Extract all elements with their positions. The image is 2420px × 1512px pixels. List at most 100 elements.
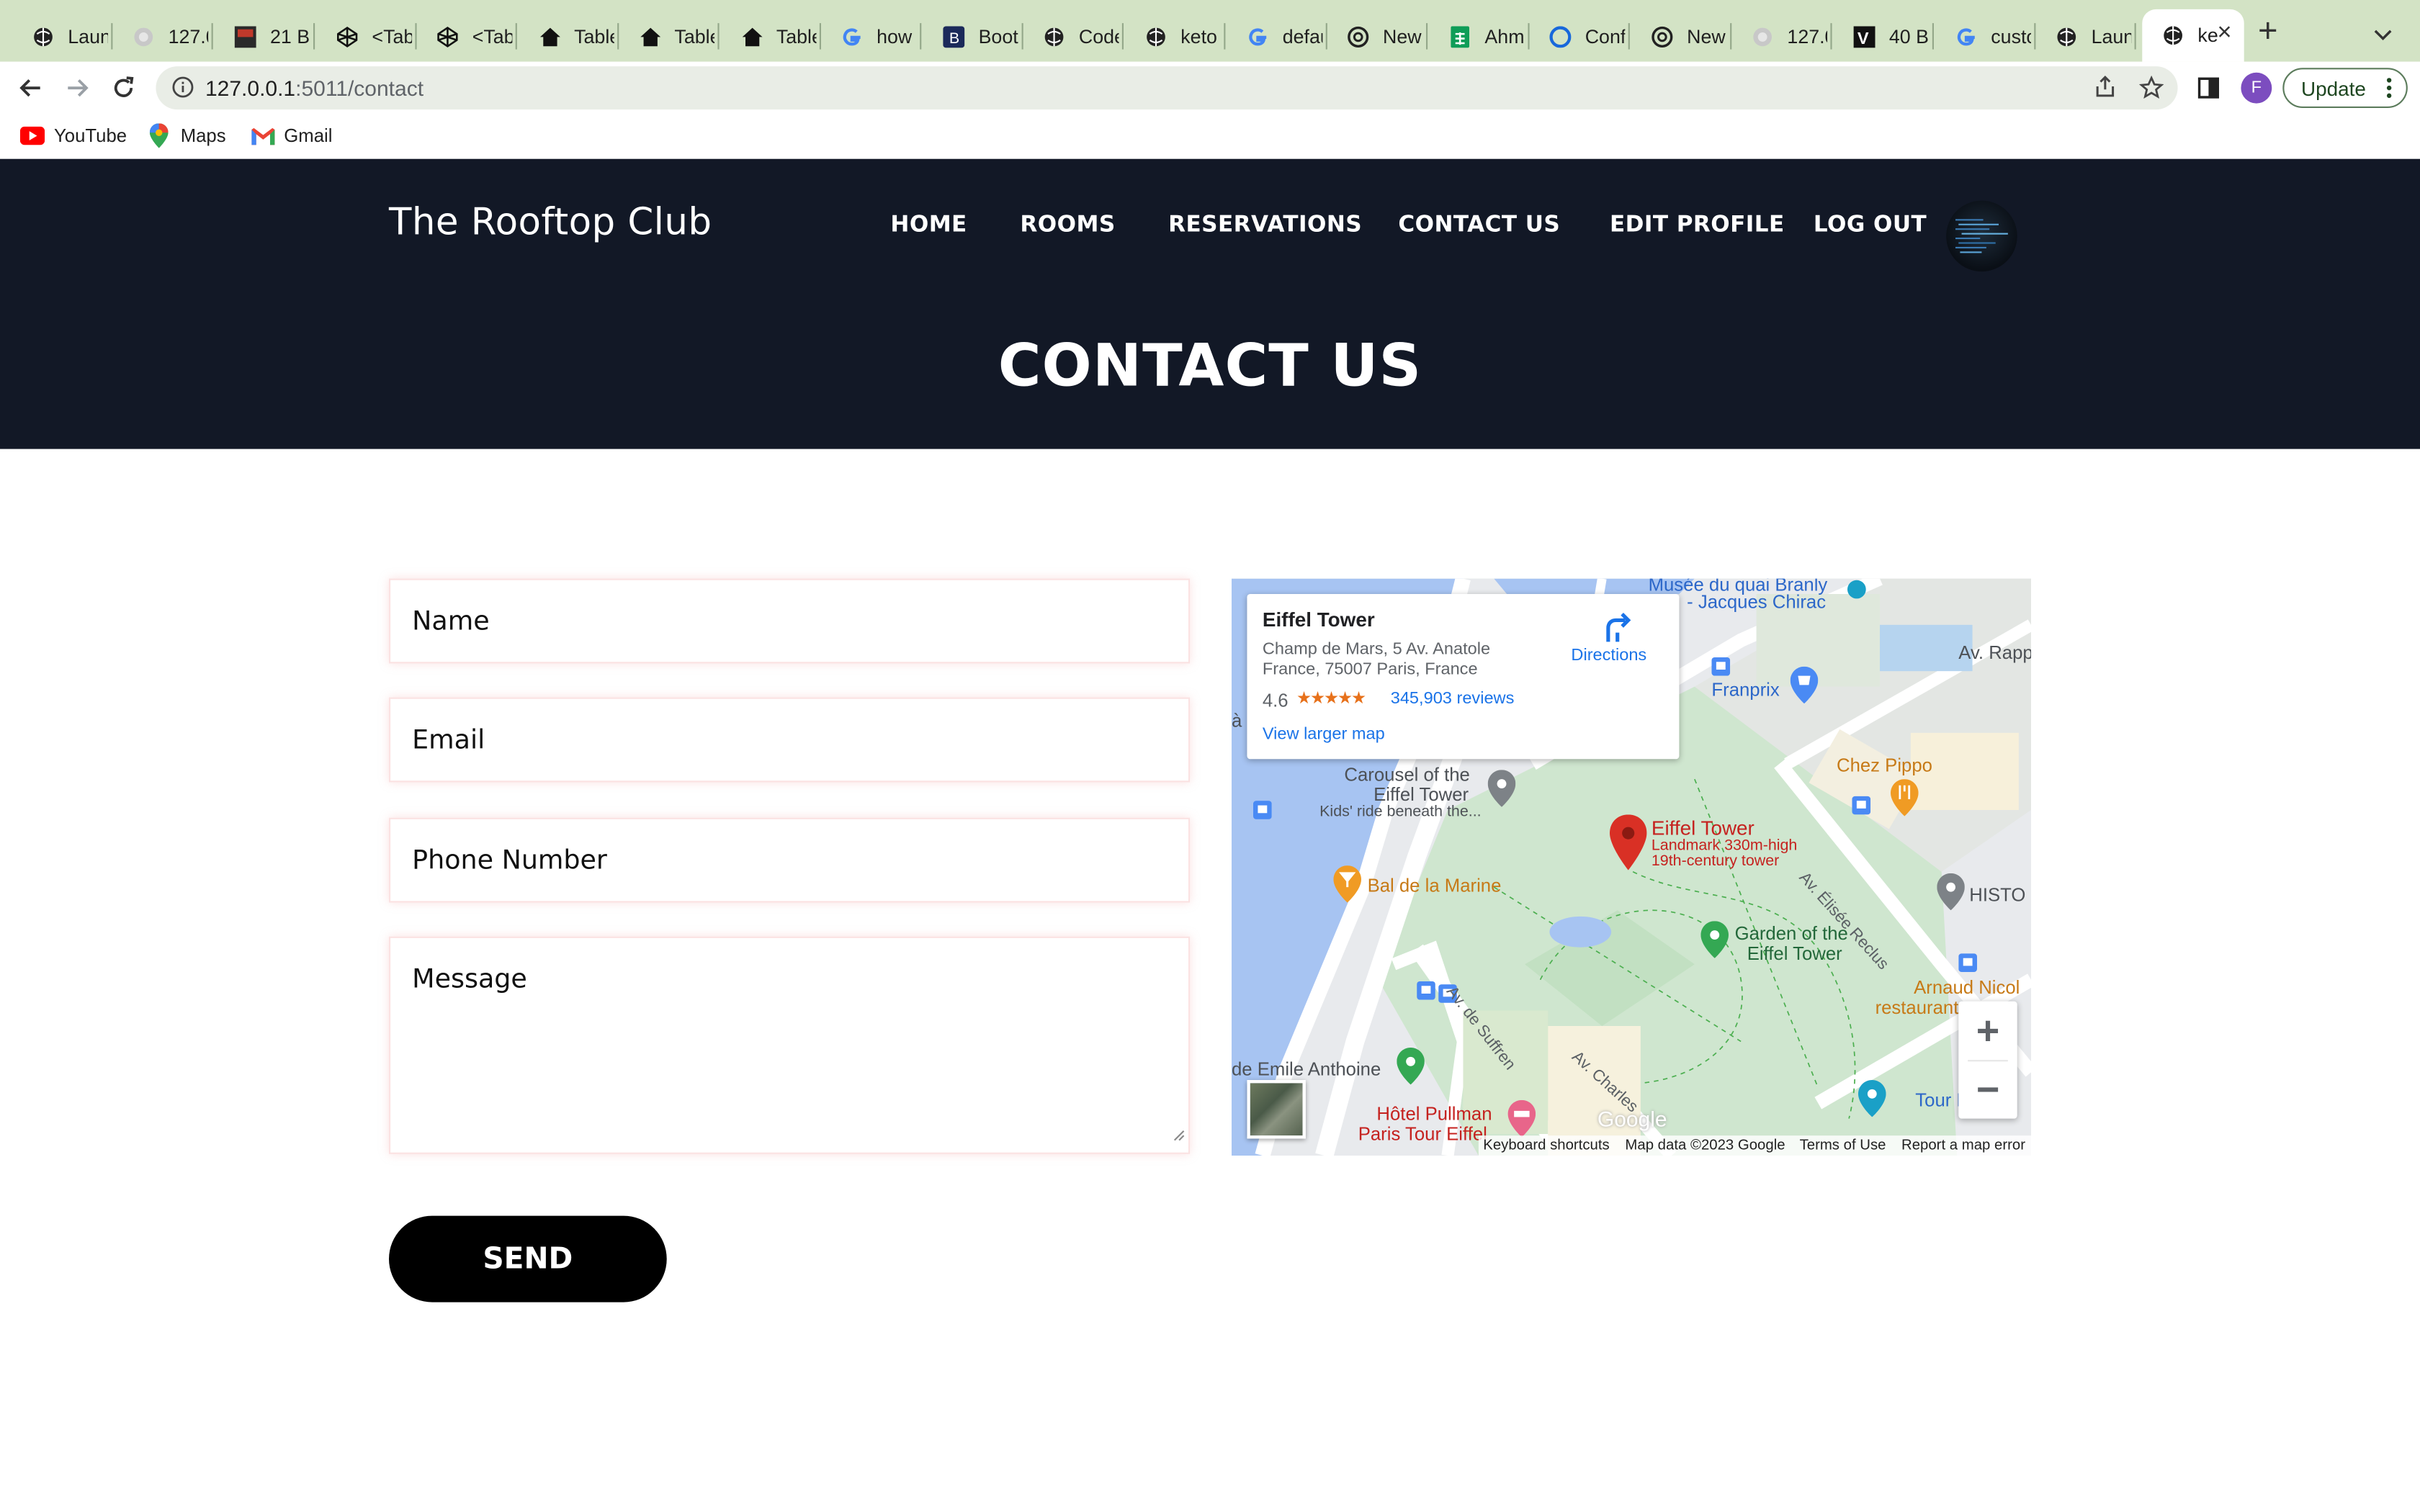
- nav-edit-profile[interactable]: EDIT PROFILE: [1610, 213, 1785, 238]
- carousel-pin-icon[interactable]: [1487, 770, 1516, 807]
- browser-tab[interactable]: 21 Be: [215, 12, 310, 62]
- nav-contact-us[interactable]: CONTACT US: [1398, 213, 1560, 238]
- new-tab-button[interactable]: +: [2258, 13, 2278, 48]
- bookmark-label: Maps: [180, 125, 226, 147]
- bookmark-gmail[interactable]: Gmail: [250, 123, 332, 148]
- bar-pin-icon[interactable]: [1333, 865, 1361, 903]
- site-info-icon[interactable]: [171, 76, 194, 107]
- browser-tab[interactable]: Table: [519, 12, 614, 62]
- tab-title: Code: [1078, 26, 1119, 48]
- restaurant-pin-icon[interactable]: [1891, 779, 1919, 816]
- gmail-icon: [250, 123, 274, 148]
- garden-pin-icon[interactable]: [1700, 921, 1729, 958]
- zoom-in-icon[interactable]: +: [1958, 1002, 2017, 1060]
- tab-title: Launc: [2091, 26, 2132, 48]
- maps-icon: [147, 123, 171, 148]
- chatgpt-icon: [1346, 24, 1371, 49]
- more-menu-icon[interactable]: [2386, 77, 2393, 103]
- browser-tab[interactable]: keto: [1125, 12, 1221, 62]
- shopping-pin-icon[interactable]: [1790, 666, 1819, 704]
- site-brand[interactable]: The Rooftop Club: [389, 201, 712, 244]
- place-address: Champ de Mars, 5 Av. Anatole France, 750…: [1262, 640, 1491, 679]
- browser-tab[interactable]: defau: [1227, 12, 1322, 62]
- nav-reservations[interactable]: RESERVATIONS: [1168, 213, 1362, 238]
- bus-stop-icon: [1852, 796, 1871, 815]
- user-avatar[interactable]: [1946, 200, 2017, 272]
- browser-tab[interactable]: Launc: [2035, 12, 2131, 62]
- close-tab-icon[interactable]: ×: [2218, 21, 2232, 46]
- terms-link[interactable]: Terms of Use: [1800, 1137, 1886, 1154]
- home-icon: [637, 24, 662, 49]
- name-input[interactable]: Name: [389, 578, 1191, 664]
- browser-tab[interactable]: V 40 Be: [1834, 12, 1930, 62]
- map-label-histo: HISTO: [1969, 883, 2026, 906]
- share-icon[interactable]: [2094, 76, 2116, 107]
- browser-tab[interactable]: 127.0: [1731, 12, 1827, 62]
- reviews-link[interactable]: 345,903 reviews: [1391, 690, 1515, 708]
- page-title: CONTACT US: [998, 331, 1422, 400]
- map-label-carousel-2: Eiffel Tower: [1373, 783, 1469, 806]
- report-error-link[interactable]: Report a map error: [1901, 1137, 2025, 1154]
- phone-input[interactable]: Phone Number: [389, 817, 1191, 903]
- tab-title: Table: [776, 26, 817, 48]
- browser-tab[interactable]: Ahme: [1429, 12, 1525, 62]
- browser-tab[interactable]: ke ×: [2142, 9, 2244, 62]
- browser-tab[interactable]: Code: [1023, 12, 1119, 62]
- home-icon: [739, 24, 763, 49]
- bookmark-youtube[interactable]: YouTube: [19, 123, 127, 148]
- v-icon: V: [1852, 24, 1876, 49]
- browser-tab[interactable]: custo: [1935, 12, 2031, 62]
- browser-tab[interactable]: Table: [721, 12, 817, 62]
- eiffel-tower-pin-icon[interactable]: [1610, 814, 1647, 870]
- zoom-out-icon[interactable]: −: [1958, 1060, 2017, 1118]
- bootstrap-icon: B: [941, 24, 966, 49]
- museum-pin-icon[interactable]: [1937, 873, 1965, 911]
- svg-text:B: B: [949, 30, 959, 47]
- tab-title: Table: [674, 26, 714, 48]
- resize-handle-icon[interactable]: [1173, 1119, 1186, 1150]
- browser-tab[interactable]: <Tabl: [417, 12, 512, 62]
- send-button[interactable]: SEND: [389, 1215, 667, 1302]
- forward-arrow-icon[interactable]: [60, 71, 94, 105]
- update-button[interactable]: Update: [2282, 68, 2408, 108]
- message-placeholder: Message: [412, 964, 527, 996]
- keyboard-shortcuts-link[interactable]: Keyboard shortcuts: [1483, 1137, 1609, 1154]
- back-arrow-icon[interactable]: [14, 71, 48, 105]
- tab-title: 40 Be: [1888, 26, 1930, 48]
- name-placeholder: Name: [412, 606, 490, 637]
- directions-icon[interactable]: [1574, 609, 1661, 651]
- browser-tab[interactable]: New: [1631, 12, 1727, 62]
- profile-avatar[interactable]: F: [2241, 72, 2272, 104]
- email-input[interactable]: Email: [389, 697, 1191, 783]
- hotel-pin-icon[interactable]: [1507, 1099, 1536, 1138]
- globe-icon: [2054, 24, 2079, 49]
- nav-log-out[interactable]: LOG OUT: [1814, 213, 1927, 238]
- message-textarea[interactable]: Message: [389, 936, 1191, 1154]
- browser-tab[interactable]: Table: [619, 12, 714, 62]
- embedded-map[interactable]: Musée du quai Branly - Jacques Chirac Av…: [1232, 578, 2031, 1156]
- browser-tab[interactable]: Launc: [12, 12, 108, 62]
- reload-icon[interactable]: [107, 71, 140, 105]
- bookmark-maps[interactable]: Maps: [147, 123, 226, 148]
- browser-tab-strip: Launc 127.0 21 Be <Tabl <Tabl Table Table Table…: [0, 0, 2420, 62]
- bus-stop-icon: [1711, 657, 1731, 676]
- address-bar[interactable]: 127.0.0.1:5011/contact: [156, 66, 2178, 110]
- browser-tab[interactable]: <Tabl: [316, 12, 412, 62]
- browser-tab[interactable]: how t: [821, 12, 917, 62]
- view-larger-map-link[interactable]: View larger map: [1263, 725, 1385, 744]
- nav-rooms[interactable]: ROOMS: [1020, 213, 1115, 238]
- satellite-toggle[interactable]: [1247, 1080, 1306, 1139]
- camera-pin-icon[interactable]: [1858, 1080, 1886, 1117]
- nav-home[interactable]: HOME: [890, 213, 967, 238]
- directions-link[interactable]: Directions: [1571, 647, 1646, 665]
- tab-search-icon[interactable]: [2374, 22, 2393, 50]
- side-panel-icon[interactable]: [2192, 71, 2226, 105]
- browser-tab[interactable]: 127.0: [112, 12, 208, 62]
- place-rating: 4.6: [1262, 689, 1289, 711]
- browser-tab[interactable]: B Boots: [923, 12, 1018, 62]
- browser-tab[interactable]: New: [1327, 12, 1423, 62]
- bookmark-star-icon[interactable]: [2138, 75, 2164, 108]
- park-pin-icon[interactable]: [1397, 1048, 1425, 1085]
- bus-stop-icon: [1253, 801, 1272, 819]
- browser-tab[interactable]: Confi: [1530, 12, 1625, 62]
